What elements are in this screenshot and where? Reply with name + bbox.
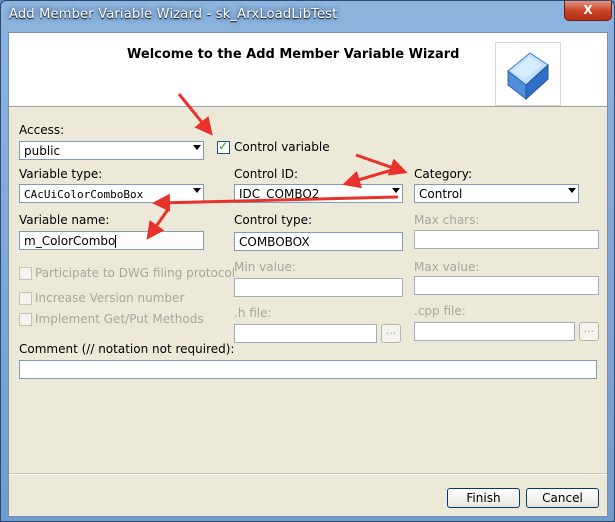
- comment-input[interactable]: [19, 360, 597, 379]
- wizard-header: Welcome to the Add Member Variable Wizar…: [9, 33, 607, 107]
- category-combo[interactable]: Control: [414, 184, 579, 203]
- wizard-cube-icon: [495, 42, 561, 106]
- min-value-input[interactable]: [234, 278, 403, 297]
- h-file-input[interactable]: [234, 324, 377, 343]
- max-value-input[interactable]: [414, 276, 599, 295]
- h-file-label: .h file:: [234, 306, 272, 320]
- text-caret: [115, 235, 117, 248]
- comment-label: Comment (// notation not required):: [19, 342, 235, 356]
- cpp-file-browse-button[interactable]: ...: [579, 322, 599, 341]
- close-button[interactable]: X: [564, 1, 612, 21]
- chevron-down-icon[interactable]: [392, 188, 400, 193]
- control-id-combo[interactable]: IDC_COMBO2: [234, 184, 403, 203]
- control-variable-checkbox[interactable]: ✓: [217, 139, 230, 154]
- control-id-label: Control ID:: [234, 167, 299, 181]
- title-bar[interactable]: Add Member Variable Wizard - sk_ArxLoadL…: [1, 1, 614, 33]
- control-id-value: IDC_COMBO2: [239, 187, 320, 201]
- max-chars-input[interactable]: [414, 230, 599, 249]
- variable-type-label: Variable type:: [19, 167, 103, 181]
- variable-type-combo[interactable]: CAcUiColorComboBox: [19, 184, 204, 203]
- min-value-label: Min value:: [234, 260, 296, 274]
- cpp-file-input[interactable]: [414, 322, 575, 341]
- control-type-input[interactable]: COMBOBOX: [234, 232, 403, 251]
- chevron-down-icon[interactable]: [568, 188, 576, 193]
- chevron-down-icon[interactable]: [193, 145, 201, 150]
- finish-button[interactable]: Finish: [447, 488, 520, 508]
- variable-name-input[interactable]: m_ColorCombo: [19, 231, 204, 250]
- cpp-file-label: .cpp file:: [414, 304, 466, 318]
- header-title: Welcome to the Add Member Variable Wizar…: [127, 47, 460, 62]
- implement-getput-label: Implement Get/Put Methods: [35, 312, 204, 326]
- max-value-label: Max value:: [414, 260, 480, 274]
- cancel-button[interactable]: Cancel: [526, 488, 599, 508]
- category-label: Category:: [414, 167, 472, 181]
- access-label: Access:: [19, 123, 65, 137]
- category-value: Control: [419, 187, 463, 201]
- variable-name-value: m_ColorCombo: [24, 234, 116, 248]
- h-file-browse-button[interactable]: ...: [381, 324, 401, 343]
- increase-version-checkbox[interactable]: [19, 292, 32, 305]
- access-value: public: [24, 144, 61, 158]
- control-variable-label: Control variable: [234, 140, 330, 154]
- variable-type-value: CAcUiColorComboBox: [24, 188, 144, 201]
- chevron-down-icon[interactable]: [193, 188, 201, 193]
- increase-version-label: Increase Version number: [35, 291, 185, 305]
- participate-dwg-label: Participate to DWG filing protocol: [35, 266, 236, 280]
- dialog-body: Welcome to the Add Member Variable Wizar…: [8, 32, 608, 517]
- variable-name-label: Variable name:: [19, 213, 110, 227]
- control-type-label: Control type:: [234, 213, 313, 227]
- implement-getput-checkbox[interactable]: [19, 313, 32, 326]
- wizard-window: Add Member Variable Wizard - sk_ArxLoadL…: [0, 0, 615, 522]
- window-title: Add Member Variable Wizard - sk_ArxLoadL…: [9, 7, 338, 22]
- checkmark-icon: ✓: [218, 139, 229, 153]
- max-chars-label: Max chars:: [414, 213, 480, 227]
- button-separator: [9, 473, 607, 475]
- participate-dwg-checkbox[interactable]: [19, 267, 32, 280]
- control-type-value: COMBOBOX: [239, 235, 310, 249]
- access-combo[interactable]: public: [19, 141, 204, 160]
